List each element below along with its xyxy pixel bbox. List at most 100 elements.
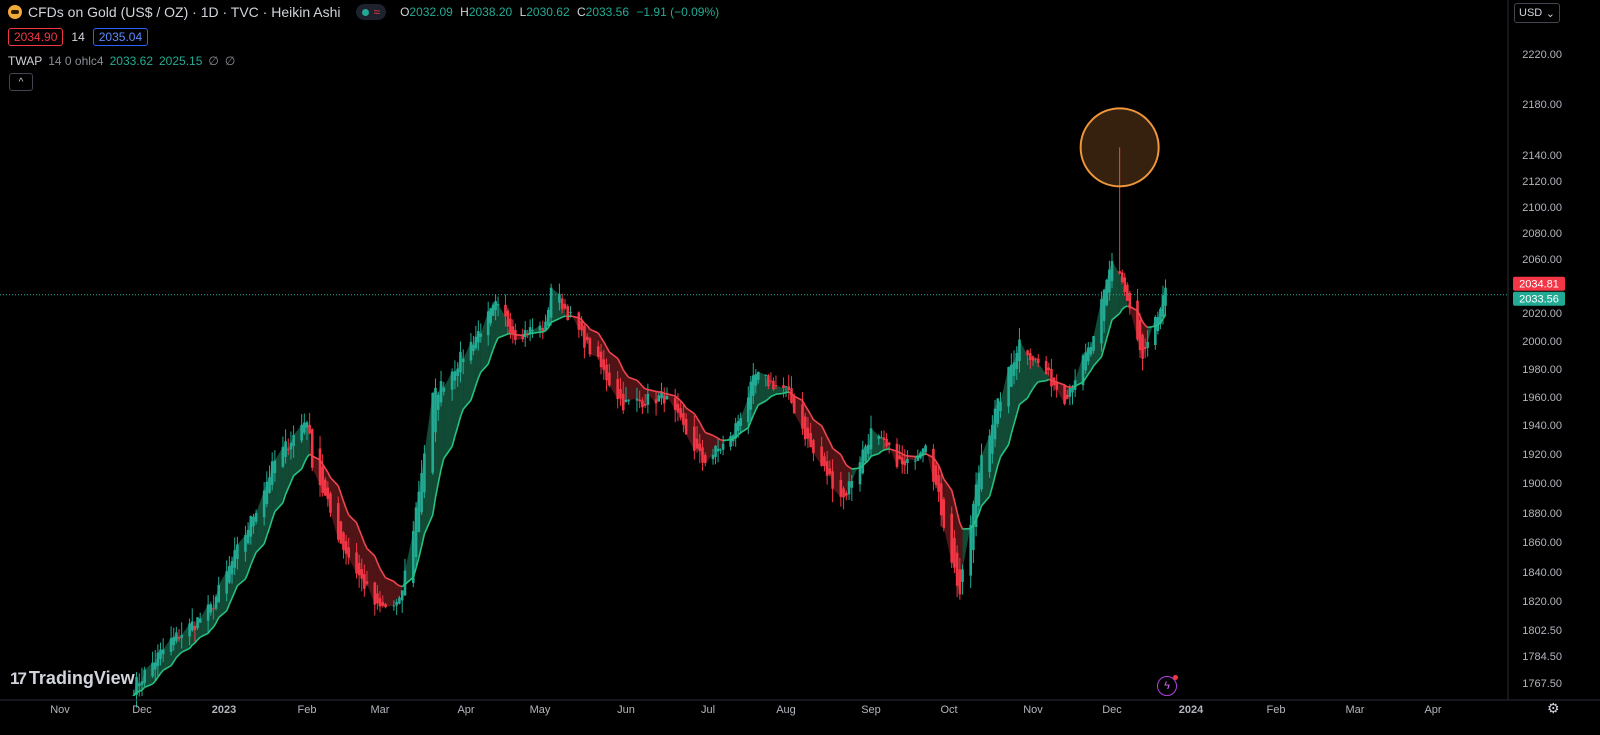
x-tick-label: Nov xyxy=(1023,704,1043,716)
candle-body xyxy=(937,475,940,492)
candle-body xyxy=(228,566,231,583)
candle-body xyxy=(303,422,306,433)
candle-body xyxy=(864,446,867,462)
candle-body xyxy=(308,424,311,434)
buy-price-button[interactable]: 2035.04 xyxy=(92,28,149,46)
candle-body xyxy=(355,552,358,574)
x-tick-label: Oct xyxy=(940,704,957,716)
twap-line-segment xyxy=(505,333,509,336)
candle-body xyxy=(196,617,199,628)
symbol-title[interactable]: CFDs on Gold (US$ / OZ) · 1D · TVC · Hei… xyxy=(28,4,340,20)
twap-line-segment xyxy=(567,315,571,318)
candle-body xyxy=(790,388,793,403)
candle-body xyxy=(161,649,165,655)
market-status-pill[interactable]: ≈ xyxy=(356,4,387,20)
candle-body xyxy=(684,418,688,435)
candle-body xyxy=(736,421,740,431)
candle-body xyxy=(1138,319,1142,351)
candle-body xyxy=(175,632,178,641)
twap-line-segment xyxy=(532,331,541,334)
candle-body xyxy=(942,499,946,528)
candle-body xyxy=(159,649,162,660)
candle-body xyxy=(414,507,418,558)
indicator-params: 14 0 ohlc4 xyxy=(48,54,104,68)
candle-body xyxy=(877,435,881,439)
candle-body xyxy=(469,341,473,361)
candle-body xyxy=(887,442,891,446)
candle-body xyxy=(698,443,702,452)
candle-body xyxy=(1146,341,1149,348)
twap-line-segment xyxy=(655,390,659,393)
candle-body xyxy=(767,375,770,387)
y-tick-label: 2100.00 xyxy=(1522,202,1562,214)
candle-body xyxy=(357,562,361,576)
twap-line-segment xyxy=(922,453,926,456)
candle-body xyxy=(1092,336,1095,351)
candle-body xyxy=(140,681,144,685)
candle-body xyxy=(477,331,480,343)
candle-body xyxy=(326,487,330,500)
twap-line-segment xyxy=(770,394,774,398)
candle-body xyxy=(934,465,938,485)
candle-body xyxy=(538,325,542,331)
lightning-icon[interactable]: ϟ xyxy=(1157,675,1178,696)
candle-body xyxy=(188,623,191,637)
candle-body xyxy=(714,445,717,457)
candle-body xyxy=(286,449,290,451)
candle-body xyxy=(772,380,775,390)
candle-body xyxy=(344,541,348,554)
candle-body xyxy=(999,401,1002,412)
candle-body xyxy=(273,460,277,474)
y-tick-label: 1767.50 xyxy=(1522,678,1562,690)
last-price-green-text: 2033.56 xyxy=(1519,294,1559,306)
candle-body xyxy=(991,424,994,454)
twap-line-segment xyxy=(561,315,566,318)
trade-row: 2034.90 14 2035.04 xyxy=(8,28,149,46)
candle-body xyxy=(431,392,435,473)
candle-body xyxy=(453,371,457,381)
candle-body xyxy=(292,434,295,447)
candle-body xyxy=(646,393,650,405)
candle-body xyxy=(1015,353,1019,370)
candle-body xyxy=(262,490,266,518)
x-tick-label: May xyxy=(530,704,551,716)
x-tick-label: Mar xyxy=(371,704,390,716)
candle-body xyxy=(596,346,600,357)
price-chart[interactable]: 2034.81 2033.56 2220.00 2180.00 2140.00 2120… xyxy=(0,0,1600,735)
candle-body xyxy=(803,416,807,440)
candle-body xyxy=(961,569,964,582)
candle-body xyxy=(1100,299,1103,344)
candle-body xyxy=(169,638,173,652)
candle-body xyxy=(679,408,682,418)
sell-price-button[interactable]: 2034.90 xyxy=(8,28,64,46)
candle-body xyxy=(676,403,680,413)
currency-selector[interactable]: USD ⌄ xyxy=(1514,3,1560,23)
x-tick-label: Feb xyxy=(298,704,317,716)
tradingview-logo[interactable]: 17 TradingView xyxy=(10,668,135,689)
y-tick-label: 2140.00 xyxy=(1522,150,1562,162)
candle-body xyxy=(993,408,997,440)
candle-body xyxy=(244,535,247,552)
x-tick-label: Nov xyxy=(50,704,70,716)
candle-body xyxy=(850,480,854,488)
twap-line-segment xyxy=(962,527,971,530)
candle-body xyxy=(137,683,141,686)
candle-body xyxy=(496,304,500,306)
twap-fill xyxy=(628,377,637,401)
candle-body xyxy=(1125,284,1129,301)
empty-value-icon: ∅ xyxy=(224,54,236,68)
candle-body xyxy=(560,298,564,310)
candle-body xyxy=(198,618,202,623)
candle-body xyxy=(265,481,269,504)
gear-icon[interactable]: ⚙ xyxy=(1547,700,1560,717)
candle-body xyxy=(885,438,888,447)
currency-label: USD xyxy=(1519,7,1543,19)
collapse-legend-button[interactable]: ^ xyxy=(9,73,33,91)
candle-body xyxy=(866,444,870,454)
candle-body xyxy=(395,601,398,606)
candle-body xyxy=(236,544,239,560)
indicator-legend[interactable]: TWAP 14 0 ohlc4 2033.62 2025.15 ∅ ∅ xyxy=(8,54,235,68)
x-tick-label: Feb xyxy=(1267,704,1286,716)
candle-body xyxy=(1120,272,1124,283)
twap-line-segment xyxy=(886,448,890,451)
